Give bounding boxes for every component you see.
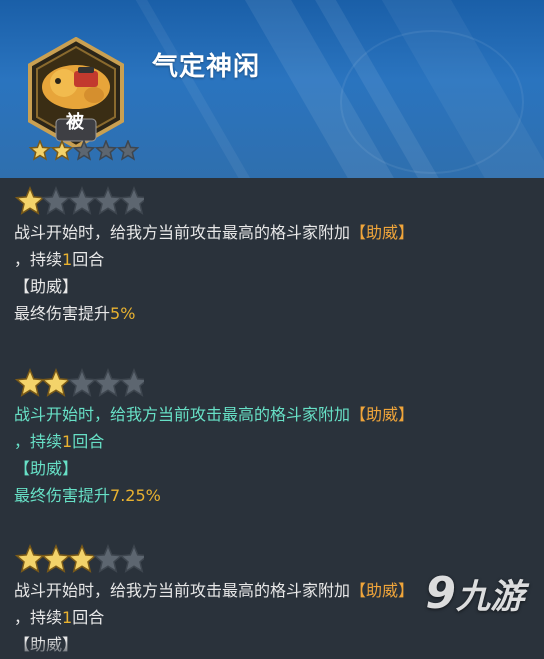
star-filled-icon [28,140,52,161]
star-empty-icon [66,368,98,397]
duration-prefix: ，持续 [14,608,63,627]
skill-header: 被 气定神闲 [0,0,544,178]
star-empty-icon [118,368,150,397]
star-empty-icon [40,186,72,215]
star-filled-icon [14,368,46,397]
star-filled-icon [14,544,46,573]
duration-number: 1 [62,608,73,627]
effect-value: 7.25% [110,486,161,505]
tier-description: 战斗开始时，给我方当前攻击最高的格斗家附加 [14,223,351,242]
header-decor-ring [340,30,524,174]
buff-tag: 【助威】 [14,277,79,296]
tier-star-rating [14,544,150,573]
effect-text: 最终伤害提升 [14,304,111,323]
effect-text: 最终伤害提升 [14,486,111,505]
tier-1: 战斗开始时，给我方当前攻击最高的格斗家附加【助威】 ，持续1回合 【助威】 最终… [14,185,534,327]
star-filled-icon [40,368,72,397]
tier-star-rating [14,368,150,397]
duration-suffix: 回合 [72,432,105,451]
star-filled-icon [40,544,72,573]
star-empty-icon [92,186,124,215]
tier-2: 战斗开始时，给我方当前攻击最高的格斗家附加【助威】 ，持续1回合 【助威】 最终… [14,367,534,509]
tier-line-1: 战斗开始时，给我方当前攻击最高的格斗家附加【助威】 [14,401,534,428]
duration-prefix: ，持续 [14,250,63,269]
star-empty-icon [118,544,150,573]
tier-description: 战斗开始时，给我方当前攻击最高的格斗家附加 [14,581,351,600]
duration-prefix: ，持续 [14,432,63,451]
tier-line-2: ，持续1回合 [14,428,534,455]
tier-line-1: 战斗开始时，给我方当前攻击最高的格斗家附加【助威】 [14,219,534,246]
star-empty-icon [66,186,98,215]
watermark-text: 九游 [456,577,524,617]
duration-suffix: 回合 [72,250,105,269]
header-star-rating [28,140,140,161]
star-empty-icon [92,544,124,573]
bottom-fade [0,640,544,659]
buff-keyword: 【助威】 [350,581,415,600]
buff-keyword: 【助威】 [350,223,415,242]
tier-effect: 最终伤害提升7.25% [14,482,534,509]
duration-suffix: 回合 [72,608,105,627]
duration-number: 1 [62,432,73,451]
star-empty-icon [118,186,150,215]
skill-type-label: 被 [66,112,84,133]
skill-title: 气定神闲 [152,52,261,82]
tier-description: 战斗开始时，给我方当前攻击最高的格斗家附加 [14,405,351,424]
watermark-logo: 9九游 [425,568,524,619]
star-empty-icon [72,140,96,161]
buff-keyword: 【助威】 [350,405,415,424]
buff-tag: 【助威】 [14,459,79,478]
tier-effect: 最终伤害提升5% [14,300,534,327]
star-filled-icon [14,186,46,215]
tier-line-2: ，持续1回合 [14,246,534,273]
tier-star-rating [14,186,150,215]
duration-number: 1 [62,250,73,269]
star-empty-icon [94,140,118,161]
star-empty-icon [92,368,124,397]
star-empty-icon [116,140,140,161]
watermark-nine: 9 [425,568,456,619]
star-filled-icon [66,544,98,573]
star-filled-icon [50,140,74,161]
effect-value: 5% [110,304,136,323]
